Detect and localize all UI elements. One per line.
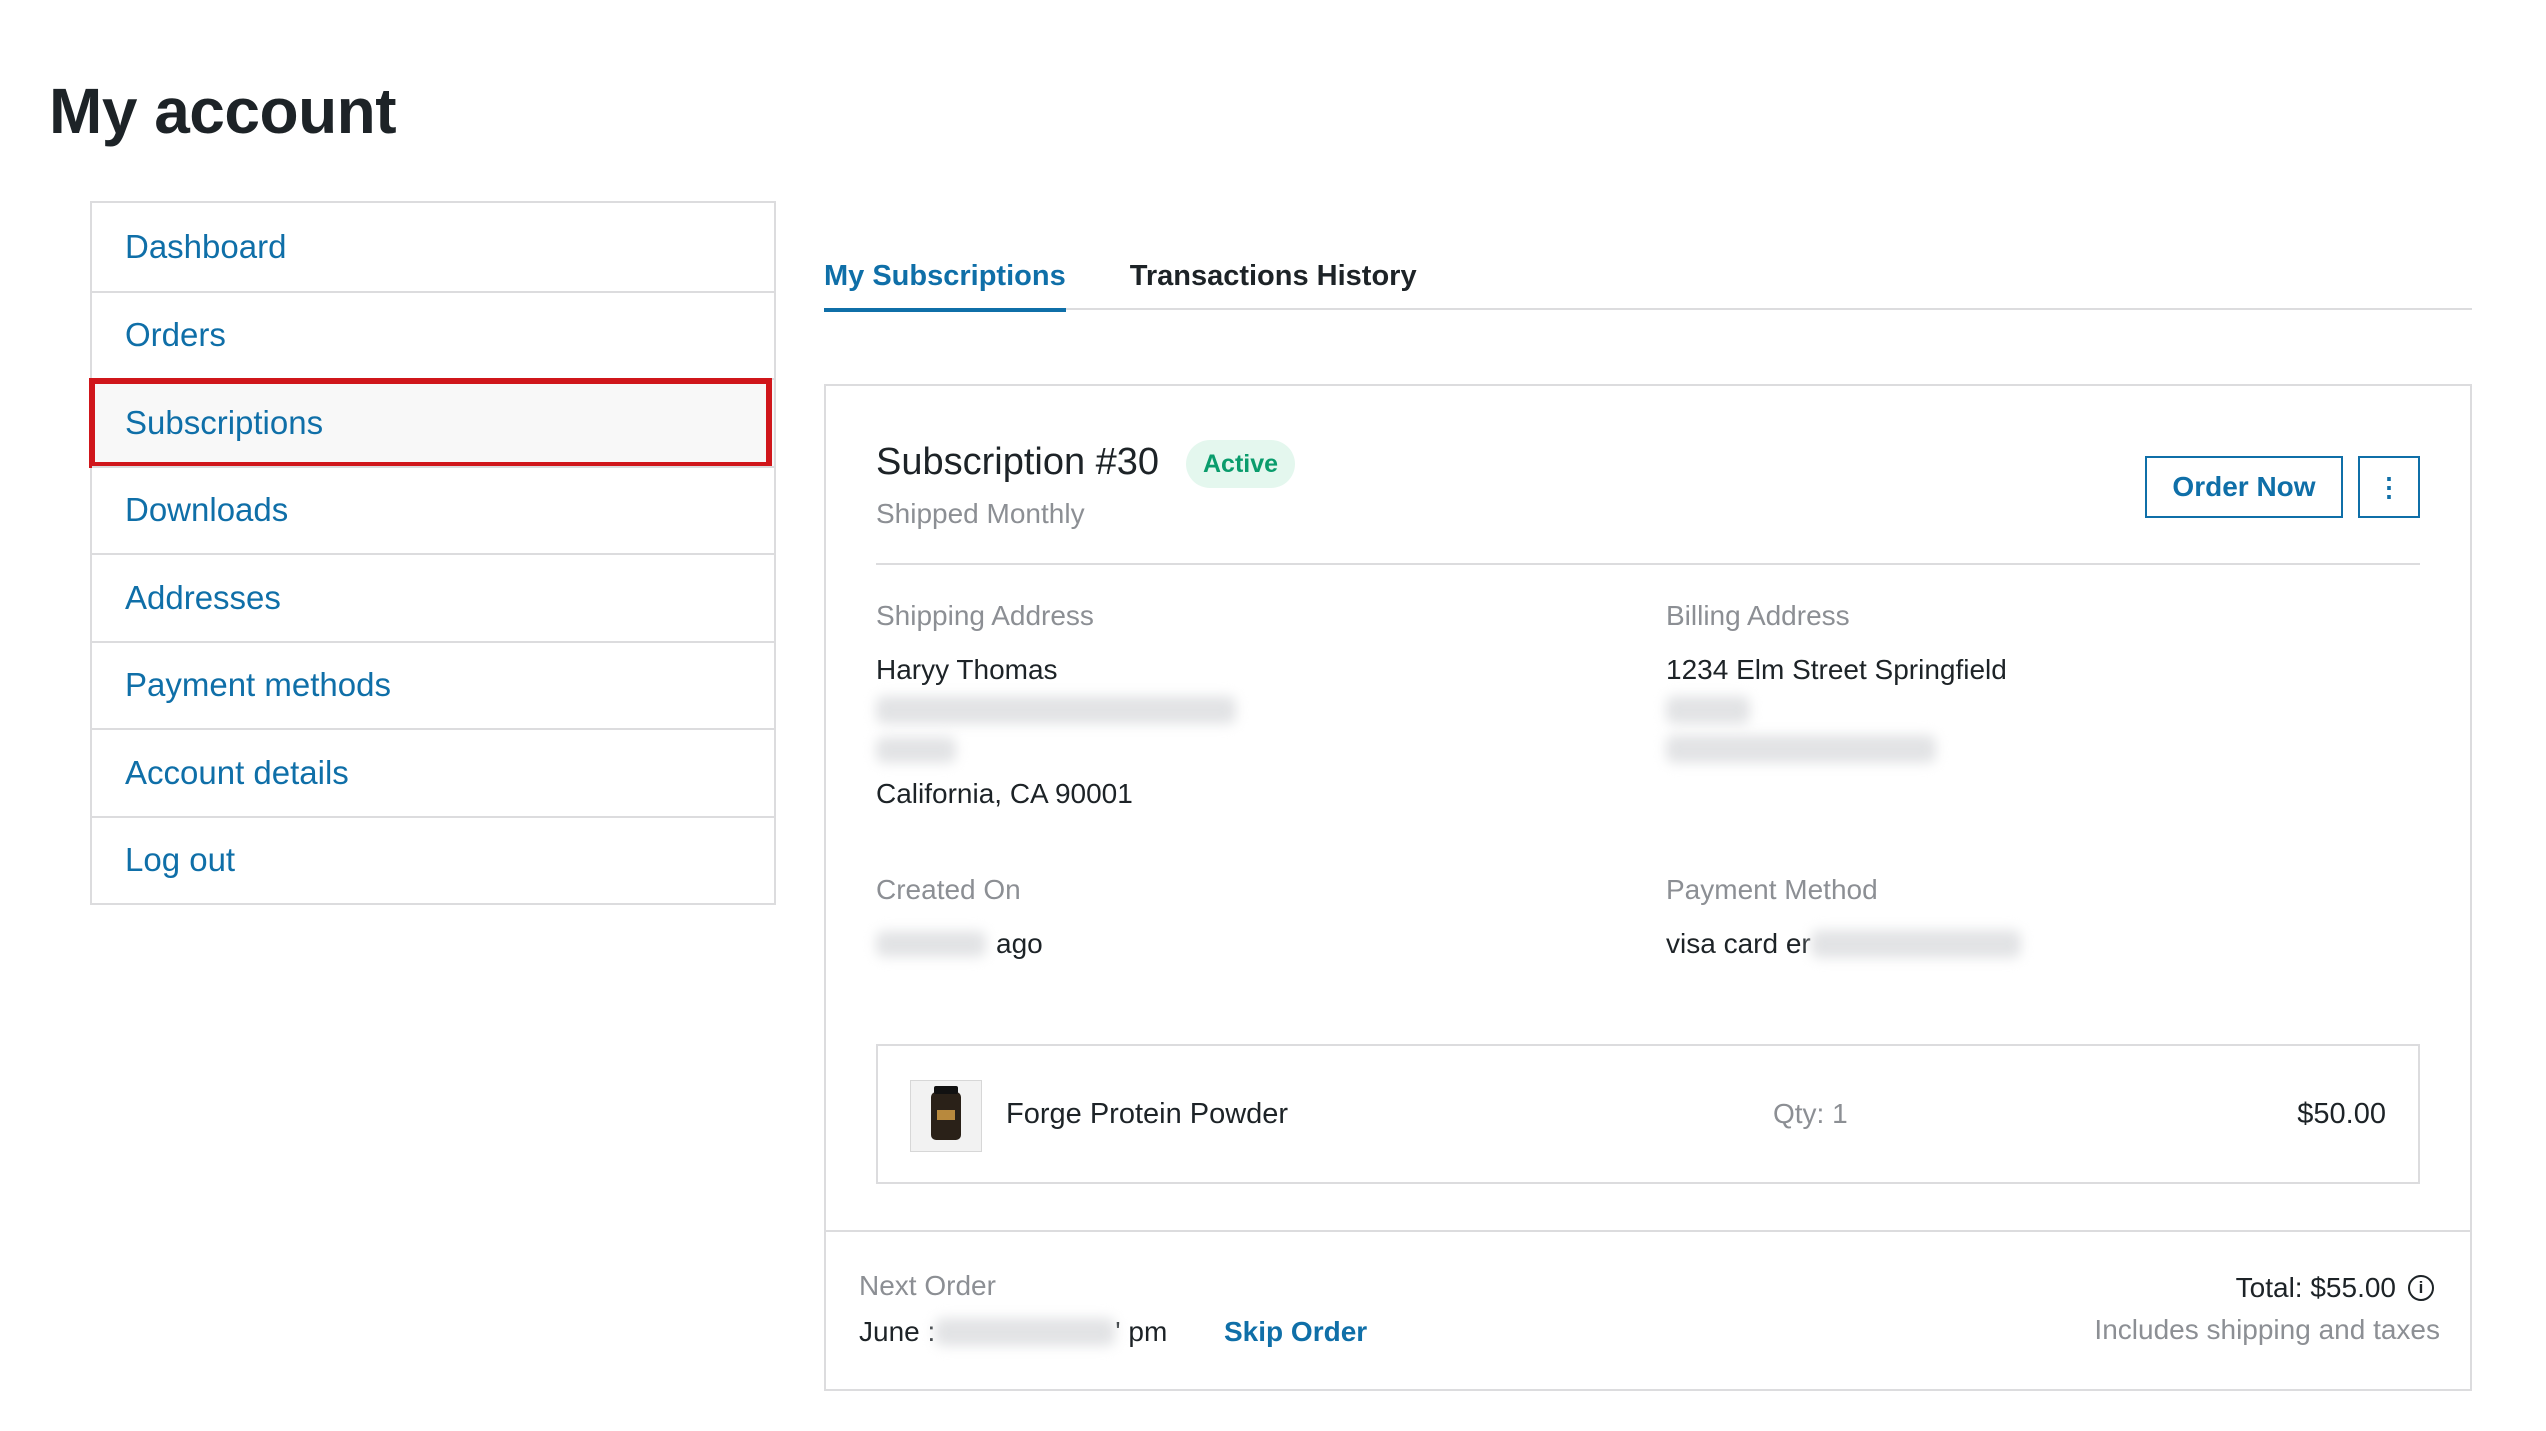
sidebar-item-account-details[interactable]: Account details: [92, 728, 774, 816]
subscription-product-row: Forge Protein Powder Qty: 1 $50.00: [876, 1044, 2420, 1184]
product-quantity: Qty: 1: [1773, 1098, 1848, 1129]
shipping-name: Haryy Thomas: [876, 654, 1058, 685]
protein-jar-icon: [931, 1086, 961, 1140]
payment-method-value: visa card er: [1666, 928, 2386, 960]
tab-transactions-history[interactable]: Transactions History: [1130, 252, 1417, 310]
product-thumbnail: [910, 1080, 982, 1152]
redacted-date: [876, 931, 986, 957]
billing-address: Billing Address 1234 Elm Street Springfi…: [1666, 600, 2386, 768]
tab-my-subscriptions[interactable]: My Subscriptions: [824, 252, 1066, 312]
sidebar-item-dashboard[interactable]: Dashboard: [92, 203, 774, 291]
shipping-address-label: Shipping Address: [876, 600, 1094, 631]
sidebar-item-orders[interactable]: Orders: [92, 290, 774, 378]
payment-method: Payment Method visa card er: [1666, 874, 2386, 960]
next-order-value: June : ' pm: [859, 1316, 1167, 1348]
payment-method-label: Payment Method: [1666, 874, 1878, 905]
shipping-city: California, CA 90001: [876, 778, 1133, 809]
subscription-card: Subscription #30 Active Shipped Monthly …: [824, 384, 2472, 1391]
sidebar-item-downloads[interactable]: Downloads: [92, 465, 774, 553]
subscription-tabs: My Subscriptions Transactions History: [824, 252, 2472, 312]
page-title: My account: [49, 75, 397, 147]
redacted-card-number: [1810, 930, 2021, 958]
created-on-suffix: ago: [996, 928, 1043, 959]
payment-method-prefix: visa card er: [1666, 928, 1811, 959]
status-badge: Active: [1186, 440, 1296, 488]
order-now-button[interactable]: Order Now: [2145, 456, 2343, 518]
sidebar-item-log-out[interactable]: Log out: [92, 815, 774, 903]
shipping-address: Shipping Address Haryy Thomas California…: [876, 600, 1596, 810]
redacted-address-line: [876, 696, 1596, 729]
subscription-title: Subscription #30: [876, 441, 1160, 483]
total-label: Total: $55.00: [2235, 1272, 2396, 1303]
subscription-footer: Next Order June : ' pm Skip Order Total:…: [826, 1230, 2470, 1389]
total-amount: Total: $55.00 i: [2236, 1272, 2434, 1304]
subscription-frequency: Shipped Monthly: [876, 498, 1085, 529]
more-vertical-icon: ⋮: [2376, 471, 2402, 502]
next-order-prefix: June :: [859, 1316, 936, 1347]
next-order-suffix: ' pm: [1115, 1316, 1168, 1347]
sidebar-item-payment-methods[interactable]: Payment methods: [92, 640, 774, 728]
billing-address-label: Billing Address: [1666, 600, 1850, 631]
sidebar-item-subscriptions[interactable]: Subscriptions: [89, 378, 774, 467]
redacted-address-line: [1666, 696, 2386, 729]
sidebar-item-addresses[interactable]: Addresses: [92, 553, 774, 641]
more-options-button[interactable]: ⋮: [2358, 456, 2420, 518]
total-note: Includes shipping and taxes: [2094, 1314, 2440, 1345]
redacted-address-line: [1666, 735, 2386, 768]
skip-order-link[interactable]: Skip Order: [1224, 1316, 1367, 1348]
account-navigation: Dashboard Orders Subscriptions Downloads…: [89, 201, 776, 905]
redacted-address-line: [876, 737, 1596, 768]
info-icon[interactable]: i: [2408, 1275, 2434, 1301]
created-on-label: Created On: [876, 874, 1021, 905]
created-on-value: ago: [876, 928, 1596, 960]
billing-line: 1234 Elm Street Springfield: [1666, 654, 2007, 685]
product-name: Forge Protein Powder: [1006, 1098, 1289, 1130]
redacted-date: [935, 1318, 1116, 1346]
product-price: $50.00: [2297, 1098, 2386, 1130]
header-divider: [876, 563, 2420, 565]
created-on: Created On ago: [876, 874, 1596, 960]
next-order-label: Next Order: [859, 1270, 996, 1301]
